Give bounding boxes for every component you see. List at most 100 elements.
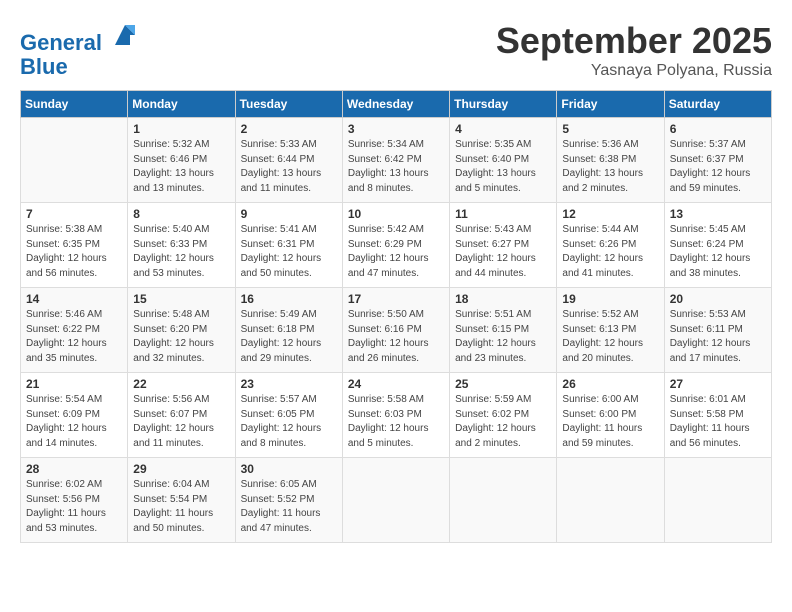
- day-number: 12: [562, 207, 658, 221]
- day-number: 2: [241, 122, 337, 136]
- day-number: 20: [670, 292, 766, 306]
- calendar-cell: [342, 458, 449, 543]
- cell-info: Sunrise: 5:34 AM Sunset: 6:42 PM Dayligh…: [348, 138, 444, 196]
- day-number: 1: [133, 122, 229, 136]
- calendar-week-row: 28Sunrise: 6:02 AM Sunset: 5:56 PM Dayli…: [21, 458, 772, 543]
- calendar-cell: 2 Sunrise: 5:33 AM Sunset: 6:44 PM Daylig…: [235, 118, 342, 203]
- cell-info: Sunrise: 5:41 AM Sunset: 6:31 PM Dayligh…: [241, 223, 337, 281]
- day-number: 18: [455, 292, 551, 306]
- cell-info: Sunrise: 5:37 AM Sunset: 6:37 PM Dayligh…: [670, 138, 766, 196]
- logo-general: General: [20, 30, 102, 55]
- calendar-cell: 15Sunrise: 5:48 AM Sunset: 6:20 PM Dayli…: [128, 288, 235, 373]
- calendar-week-row: 7 Sunrise: 5:38 AM Sunset: 6:35 PM Daylig…: [21, 203, 772, 288]
- day-number: 13: [670, 207, 766, 221]
- calendar-cell: 7 Sunrise: 5:38 AM Sunset: 6:35 PM Daylig…: [21, 203, 128, 288]
- calendar-cell: 10Sunrise: 5:42 AM Sunset: 6:29 PM Dayli…: [342, 203, 449, 288]
- calendar-cell: [557, 458, 664, 543]
- calendar-cell: 11 Sunrise: 5:43 AM Sunset: 6:27 PM Dayli…: [450, 203, 557, 288]
- calendar-cell: 6 Sunrise: 5:37 AM Sunset: 6:37 PM Daylig…: [664, 118, 771, 203]
- calendar-cell: 30Sunrise: 6:05 AM Sunset: 5:52 PM Dayli…: [235, 458, 342, 543]
- calendar-cell: 9 Sunrise: 5:41 AM Sunset: 6:31 PM Daylig…: [235, 203, 342, 288]
- cell-info: Sunrise: 5:50 AM Sunset: 6:16 PM Dayligh…: [348, 308, 444, 366]
- cell-info: Sunrise: 5:36 AM Sunset: 6:38 PM Dayligh…: [562, 138, 658, 196]
- day-number: 17: [348, 292, 444, 306]
- logo-icon: [110, 20, 140, 50]
- cell-info: Sunrise: 5:35 AM Sunset: 6:40 PM Dayligh…: [455, 138, 551, 196]
- calendar-cell: 25 Sunrise: 5:59 AM Sunset: 6:02 PM Dayli…: [450, 373, 557, 458]
- weekday-header-row: SundayMondayTuesdayWednesdayThursdayFrid…: [21, 91, 772, 118]
- cell-info: Sunrise: 5:45 AM Sunset: 6:24 PM Dayligh…: [670, 223, 766, 281]
- cell-info: Sunrise: 5:42 AM Sunset: 6:29 PM Dayligh…: [348, 223, 444, 281]
- weekday-header: Saturday: [664, 91, 771, 118]
- logo-blue: Blue: [20, 55, 140, 79]
- day-number: 11: [455, 207, 551, 221]
- calendar-cell: 24Sunrise: 5:58 AM Sunset: 6:03 PM Dayli…: [342, 373, 449, 458]
- calendar-cell: 20Sunrise: 5:53 AM Sunset: 6:11 PM Dayli…: [664, 288, 771, 373]
- day-number: 21: [26, 377, 122, 391]
- cell-info: Sunrise: 5:43 AM Sunset: 6:27 PM Dayligh…: [455, 223, 551, 281]
- day-number: 9: [241, 207, 337, 221]
- calendar-cell: [450, 458, 557, 543]
- calendar-cell: 5 Sunrise: 5:36 AM Sunset: 6:38 PM Daylig…: [557, 118, 664, 203]
- month-title: September 2025: [496, 20, 772, 62]
- calendar-cell: 19 Sunrise: 5:52 AM Sunset: 6:13 PM Dayli…: [557, 288, 664, 373]
- day-number: 5: [562, 122, 658, 136]
- day-number: 28: [26, 462, 122, 476]
- cell-info: Sunrise: 5:59 AM Sunset: 6:02 PM Dayligh…: [455, 393, 551, 451]
- day-number: 16: [241, 292, 337, 306]
- title-block: September 2025 Yasnaya Polyana, Russia: [496, 20, 772, 80]
- cell-info: Sunrise: 5:51 AM Sunset: 6:15 PM Dayligh…: [455, 308, 551, 366]
- calendar-cell: [664, 458, 771, 543]
- day-number: 8: [133, 207, 229, 221]
- calendar-cell: 13 Sunrise: 5:45 AM Sunset: 6:24 PM Dayli…: [664, 203, 771, 288]
- calendar-cell: 17 Sunrise: 5:50 AM Sunset: 6:16 PM Dayli…: [342, 288, 449, 373]
- day-number: 24: [348, 377, 444, 391]
- day-number: 23: [241, 377, 337, 391]
- calendar-cell: 8 Sunrise: 5:40 AM Sunset: 6:33 PM Daylig…: [128, 203, 235, 288]
- calendar-week-row: 1 Sunrise: 5:32 AM Sunset: 6:46 PM Daylig…: [21, 118, 772, 203]
- calendar-cell: 18 Sunrise: 5:51 AM Sunset: 6:15 PM Dayli…: [450, 288, 557, 373]
- cell-info: Sunrise: 5:46 AM Sunset: 6:22 PM Dayligh…: [26, 308, 122, 366]
- calendar-cell: 12 Sunrise: 5:44 AM Sunset: 6:26 PM Dayli…: [557, 203, 664, 288]
- page-header: General Blue September 2025 Yasnaya Poly…: [20, 20, 772, 80]
- day-number: 27: [670, 377, 766, 391]
- day-number: 25: [455, 377, 551, 391]
- cell-info: Sunrise: 5:33 AM Sunset: 6:44 PM Dayligh…: [241, 138, 337, 196]
- day-number: 19: [562, 292, 658, 306]
- cell-info: Sunrise: 5:38 AM Sunset: 6:35 PM Dayligh…: [26, 223, 122, 281]
- weekday-header: Monday: [128, 91, 235, 118]
- calendar-cell: 26Sunrise: 6:00 AM Sunset: 6:00 PM Dayli…: [557, 373, 664, 458]
- day-number: 6: [670, 122, 766, 136]
- cell-info: Sunrise: 5:48 AM Sunset: 6:20 PM Dayligh…: [133, 308, 229, 366]
- calendar-cell: [21, 118, 128, 203]
- location: Yasnaya Polyana, Russia: [496, 62, 772, 80]
- calendar-cell: 22Sunrise: 5:56 AM Sunset: 6:07 PM Dayli…: [128, 373, 235, 458]
- calendar-cell: 28Sunrise: 6:02 AM Sunset: 5:56 PM Dayli…: [21, 458, 128, 543]
- cell-info: Sunrise: 5:56 AM Sunset: 6:07 PM Dayligh…: [133, 393, 229, 451]
- weekday-header: Friday: [557, 91, 664, 118]
- day-number: 30: [241, 462, 337, 476]
- cell-info: Sunrise: 5:44 AM Sunset: 6:26 PM Dayligh…: [562, 223, 658, 281]
- weekday-header: Sunday: [21, 91, 128, 118]
- cell-info: Sunrise: 6:01 AM Sunset: 5:58 PM Dayligh…: [670, 393, 766, 451]
- calendar-cell: 21 Sunrise: 5:54 AM Sunset: 6:09 PM Dayli…: [21, 373, 128, 458]
- day-number: 26: [562, 377, 658, 391]
- cell-info: Sunrise: 5:54 AM Sunset: 6:09 PM Dayligh…: [26, 393, 122, 451]
- weekday-header: Thursday: [450, 91, 557, 118]
- calendar-cell: 16 Sunrise: 5:49 AM Sunset: 6:18 PM Dayli…: [235, 288, 342, 373]
- weekday-header: Tuesday: [235, 91, 342, 118]
- calendar-cell: 29Sunrise: 6:04 AM Sunset: 5:54 PM Dayli…: [128, 458, 235, 543]
- cell-info: Sunrise: 5:32 AM Sunset: 6:46 PM Dayligh…: [133, 138, 229, 196]
- cell-info: Sunrise: 5:49 AM Sunset: 6:18 PM Dayligh…: [241, 308, 337, 366]
- calendar-cell: 3Sunrise: 5:34 AM Sunset: 6:42 PM Daylig…: [342, 118, 449, 203]
- day-number: 29: [133, 462, 229, 476]
- calendar-cell: 4Sunrise: 5:35 AM Sunset: 6:40 PM Daylig…: [450, 118, 557, 203]
- day-number: 7: [26, 207, 122, 221]
- day-number: 14: [26, 292, 122, 306]
- calendar-cell: 23Sunrise: 5:57 AM Sunset: 6:05 PM Dayli…: [235, 373, 342, 458]
- calendar-week-row: 21 Sunrise: 5:54 AM Sunset: 6:09 PM Dayli…: [21, 373, 772, 458]
- cell-info: Sunrise: 5:52 AM Sunset: 6:13 PM Dayligh…: [562, 308, 658, 366]
- calendar-cell: 1 Sunrise: 5:32 AM Sunset: 6:46 PM Daylig…: [128, 118, 235, 203]
- calendar-cell: 27 Sunrise: 6:01 AM Sunset: 5:58 PM Dayli…: [664, 373, 771, 458]
- cell-info: Sunrise: 5:40 AM Sunset: 6:33 PM Dayligh…: [133, 223, 229, 281]
